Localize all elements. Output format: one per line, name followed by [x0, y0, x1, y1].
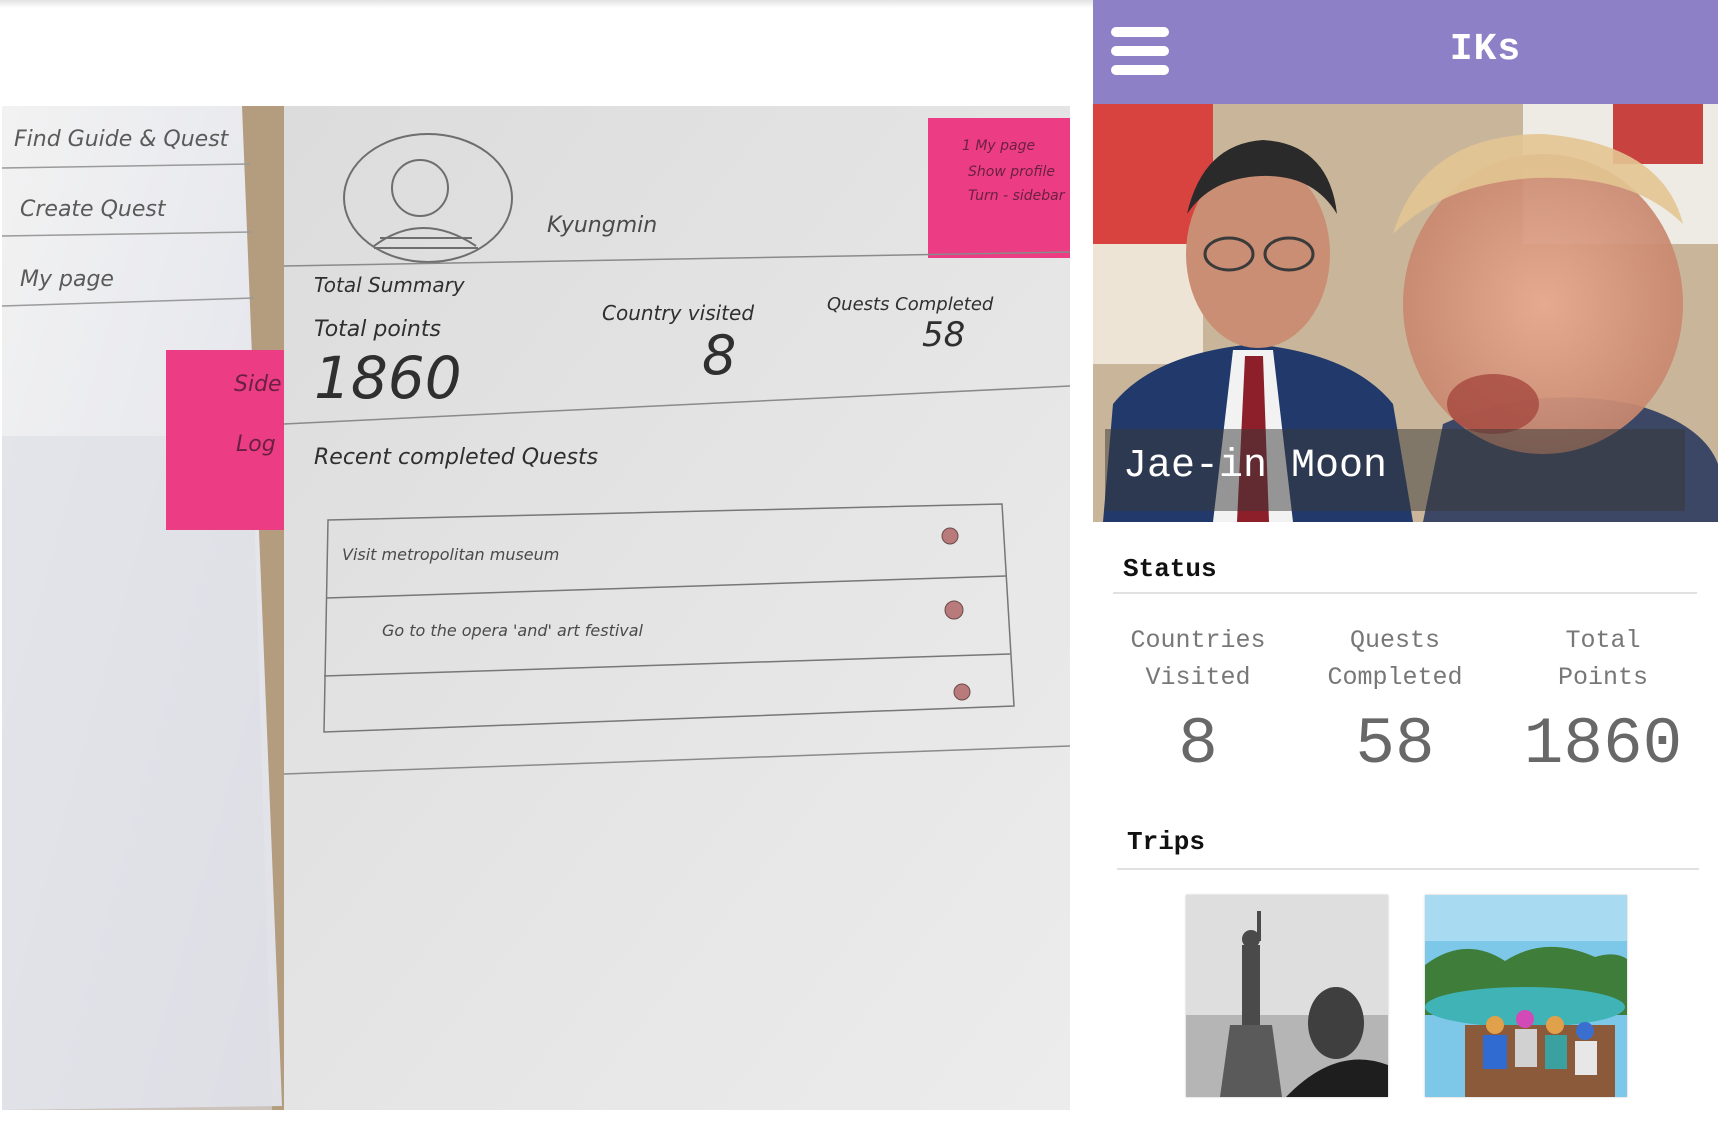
proto-recent-title: Recent completed Quests	[314, 445, 598, 470]
proto-note-line: Show profile	[968, 164, 1055, 180]
trip-thumbnail-statue-of-liberty[interactable]	[1186, 895, 1388, 1097]
stat-label: Countries Visited	[1130, 626, 1266, 692]
app-bar: IKs	[1093, 0, 1718, 104]
hamburger-menu-icon[interactable]	[1111, 27, 1169, 75]
stat-label: Total Points	[1557, 626, 1648, 692]
proto-sidebar-item: Find Guide & Quest	[14, 127, 230, 152]
proto-country-value: 8	[702, 324, 736, 387]
trips-title: Trips	[1127, 827, 1206, 857]
proto-note-line: Turn - sidebar	[968, 188, 1066, 204]
top-shadow	[0, 0, 1094, 8]
stat-value: 8	[1178, 707, 1218, 782]
stat-countries-visited: Countries Visited 8	[1123, 622, 1273, 780]
mobile-app-screen: IKs Jae-in Moon Status Countries Visited…	[1093, 0, 1718, 1142]
proto-country-label: Country visited	[602, 301, 754, 325]
proto-sidebar-item: Create Quest	[20, 197, 167, 222]
proto-recent-item: Visit metropolitan museum	[342, 545, 559, 564]
status-title: Status	[1123, 554, 1217, 584]
proto-note-line: 1 My page	[962, 138, 1035, 154]
stat-label: Quests Completed	[1327, 626, 1463, 692]
proto-total-points-value: 1860	[314, 344, 462, 412]
proto-recent-item: Go to the opera 'and' art festival	[382, 621, 644, 640]
paper-prototype-photo: Find Guide & Quest Create Quest My page …	[2, 106, 1070, 1110]
proto-sidebar-item: My page	[20, 267, 114, 292]
profile-photo: Jae-in Moon	[1093, 104, 1718, 522]
proto-profile-name: Kyungmin	[547, 213, 657, 238]
status-divider	[1113, 592, 1697, 594]
stat-total-points: Total Points 1860	[1513, 622, 1693, 780]
proto-note-log: Log	[236, 432, 276, 457]
proto-summary-title: Total Summary	[314, 273, 466, 297]
trip-thumbnail-islands[interactable]	[1425, 895, 1627, 1097]
proto-total-points-label: Total points	[314, 317, 441, 342]
stat-value: 1860	[1523, 707, 1683, 782]
proto-quests-value: 58	[922, 315, 965, 355]
proto-quests-label: Quests Completed	[827, 294, 994, 315]
proto-note-side: Side	[234, 372, 282, 397]
app-title: IKs	[1449, 28, 1522, 71]
stat-value: 58	[1355, 707, 1435, 782]
user-name: Jae-in Moon	[1123, 444, 1388, 489]
trips-divider	[1117, 868, 1699, 870]
stat-quests-completed: Quests Completed 58	[1315, 622, 1475, 780]
